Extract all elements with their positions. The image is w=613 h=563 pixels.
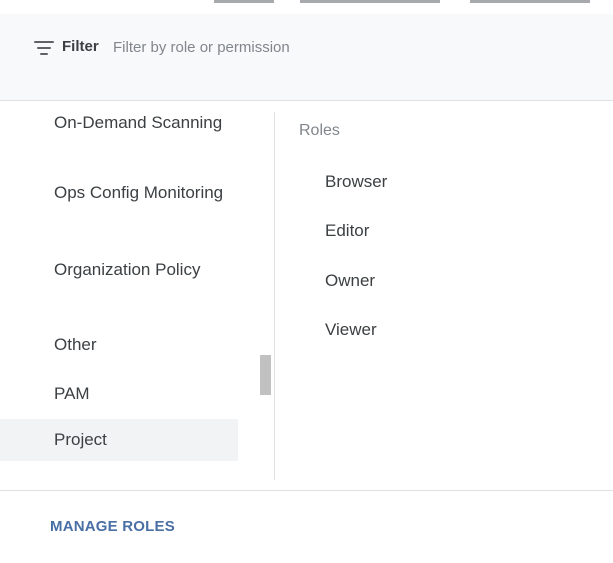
filter-list-icon[interactable] bbox=[34, 41, 54, 55]
manage-roles-button[interactable]: MANAGE ROLES bbox=[50, 518, 175, 535]
panel-divider bbox=[274, 112, 275, 480]
footer-divider bbox=[0, 490, 613, 491]
role-item-editor[interactable]: Editor bbox=[325, 221, 369, 241]
category-item-on-demand-scanning[interactable]: On-Demand Scanning bbox=[0, 110, 238, 162]
scrollbar-thumb[interactable] bbox=[260, 355, 271, 395]
category-label: Project bbox=[54, 430, 107, 449]
category-item-pam[interactable]: PAM bbox=[0, 381, 238, 407]
top-strip bbox=[0, 0, 613, 14]
category-label: Organization Policy bbox=[54, 260, 201, 279]
category-item-project[interactable]: Project bbox=[0, 419, 238, 461]
role-item-browser[interactable]: Browser bbox=[325, 172, 387, 192]
cropped-fragment bbox=[214, 0, 274, 3]
filter-input[interactable] bbox=[113, 34, 473, 60]
cropped-fragment bbox=[470, 0, 590, 3]
filter-bar: Filter bbox=[0, 14, 613, 101]
category-label: Other bbox=[54, 335, 97, 354]
category-label: Ops Config Monitoring bbox=[54, 183, 224, 202]
cropped-fragment bbox=[300, 0, 440, 3]
role-item-owner[interactable]: Owner bbox=[325, 271, 375, 291]
category-list: On-Demand Scanning Ops Config Monitoring… bbox=[0, 100, 274, 480]
filter-label: Filter bbox=[62, 38, 99, 55]
category-item-ops-config-monitoring[interactable]: Ops Config Monitoring bbox=[0, 180, 238, 232]
category-label: On-Demand Scanning bbox=[54, 113, 223, 132]
category-item-organization-policy[interactable]: Organization Policy bbox=[0, 257, 238, 309]
category-item-other[interactable]: Other bbox=[0, 332, 238, 358]
role-item-viewer[interactable]: Viewer bbox=[325, 320, 377, 340]
category-label: PAM bbox=[54, 384, 90, 403]
roles-header: Roles bbox=[299, 122, 340, 139]
